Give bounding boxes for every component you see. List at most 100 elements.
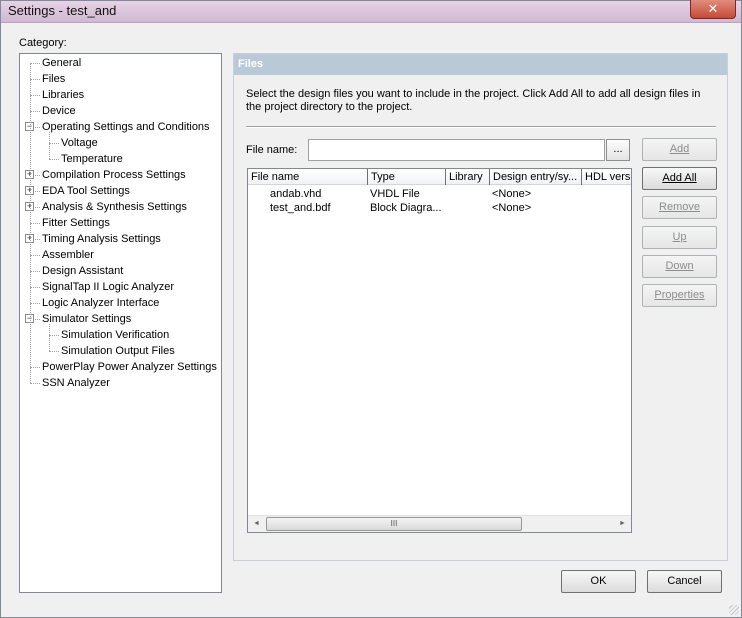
close-icon[interactable]: ✕ <box>690 0 736 19</box>
properties-button-label: Properties <box>654 289 705 301</box>
tree-item-label: Temperature <box>61 153 123 165</box>
horizontal-scrollbar[interactable]: ◄ III ► <box>248 515 631 532</box>
tree-connector <box>30 303 40 304</box>
tree-item-label: Timing Analysis Settings <box>42 233 161 245</box>
tree-item-simulation-output-files[interactable]: Simulation Output Files <box>20 343 220 359</box>
tree-connector <box>49 324 50 351</box>
tree-item-fitter-settings[interactable]: Fitter Settings <box>20 215 220 231</box>
tree-item-label: Libraries <box>42 89 85 101</box>
category-tree[interactable]: General Files Libraries Device − Operating Se… <box>19 53 222 593</box>
settings-dialog: Settings - test_and ✕ Category: General F… <box>0 0 742 618</box>
tree-item-compilation-process-settings[interactable]: + Compilation Process Settings <box>20 167 220 183</box>
tree-item-logic-analyzer-interface[interactable]: Logic Analyzer Interface <box>20 295 220 311</box>
tree-connector <box>30 63 40 64</box>
column-type[interactable]: Type <box>368 169 446 185</box>
tree-item-label: Device <box>42 105 76 117</box>
tree-item-simulator-settings[interactable]: − Simulator Settings <box>20 311 220 327</box>
row-1-design-entry: <None> <box>492 188 532 200</box>
tree-connector <box>30 79 40 80</box>
add-button-label: Add <box>669 143 690 155</box>
tree-connector <box>30 271 40 272</box>
tree-item-label: SignalTap II Logic Analyzer <box>42 281 175 293</box>
tree-item-analysis-synthesis-settings[interactable]: + Analysis & Synthesis Settings <box>20 199 220 215</box>
add-all-button-label: Add All <box>662 172 697 184</box>
files-list[interactable]: File name Type Library Design entry/sy..… <box>247 168 632 533</box>
down-button[interactable]: Down <box>642 255 717 278</box>
row-1-type: VHDL File <box>370 188 420 200</box>
tree-item-label: Simulation Verification <box>61 329 170 341</box>
tree-item-label: Voltage <box>61 137 98 149</box>
browse-button[interactable]: ... <box>606 139 630 161</box>
tree-connector <box>49 159 59 160</box>
files-panel: Files Select the design files you want t… <box>233 53 728 561</box>
tree-connector <box>49 132 50 159</box>
tree-item-general[interactable]: General <box>20 55 220 71</box>
file-name-label: File name: <box>246 144 298 156</box>
tree-connector <box>49 351 59 352</box>
scroll-thumb[interactable]: III <box>266 517 522 531</box>
properties-button[interactable]: Properties <box>642 284 717 307</box>
tree-item-signaltap-ii-logic-analyzer[interactable]: SignalTap II Logic Analyzer <box>20 279 220 295</box>
tree-item-design-assistant[interactable]: Design Assistant <box>20 263 220 279</box>
panel-description: Select the design files you want to incl… <box>246 88 701 113</box>
separator <box>246 126 716 128</box>
add-button[interactable]: Add <box>642 138 717 161</box>
tree-item-assembler[interactable]: Assembler <box>20 247 220 263</box>
tree-item-label: Operating Settings and Conditions <box>42 121 210 133</box>
row-1-file-name[interactable]: andab.vhd <box>270 187 366 201</box>
tree-item-label: Compilation Process Settings <box>42 169 186 181</box>
tree-item-label: Simulator Settings <box>42 313 132 325</box>
remove-button[interactable]: Remove <box>642 196 717 219</box>
tree-item-temperature[interactable]: Temperature <box>20 151 220 167</box>
cancel-button[interactable]: Cancel <box>647 570 722 593</box>
scroll-right-icon[interactable]: ► <box>614 516 631 532</box>
tree-item-ssn-analyzer[interactable]: SSN Analyzer <box>20 375 220 391</box>
remove-button-label: Remove <box>659 201 700 213</box>
add-all-button[interactable]: Add All <box>642 167 717 190</box>
column-library[interactable]: Library <box>446 169 490 185</box>
tree-item-label: Assembler <box>42 249 94 261</box>
row-2-file-name[interactable]: test_and.bdf <box>270 201 366 215</box>
tree-item-simulation-verification[interactable]: Simulation Verification <box>20 327 220 343</box>
tree-connector <box>49 143 59 144</box>
ok-button[interactable]: OK <box>561 570 636 593</box>
tree-item-device[interactable]: Device <box>20 103 220 119</box>
column-design-entry[interactable]: Design entry/sy... <box>490 169 582 185</box>
tree-connector <box>30 367 40 368</box>
tree-item-files[interactable]: Files <box>20 71 220 87</box>
tree-item-timing-analysis-settings[interactable]: + Timing Analysis Settings <box>20 231 220 247</box>
tree-connector <box>30 255 40 256</box>
tree-item-libraries[interactable]: Libraries <box>20 87 220 103</box>
tree-item-label: PowerPlay Power Analyzer Settings <box>42 361 217 373</box>
tree-item-powerplay-power-analyzer-settings[interactable]: PowerPlay Power Analyzer Settings <box>20 359 220 375</box>
tree-connector <box>30 383 40 384</box>
down-button-label: Down <box>665 260 694 272</box>
column-hdl-version[interactable]: HDL vers <box>582 169 631 185</box>
category-label: Category: <box>19 37 67 49</box>
tree-item-label: Files <box>42 73 66 85</box>
up-button[interactable]: Up <box>642 226 717 249</box>
panel-title: Files <box>234 54 727 75</box>
row-2-design-entry: <None> <box>492 202 532 214</box>
tree-connector <box>30 63 31 383</box>
tree-item-eda-tool-settings[interactable]: + EDA Tool Settings <box>20 183 220 199</box>
tree-item-label: Logic Analyzer Interface <box>42 297 160 309</box>
tree-connector <box>30 95 40 96</box>
file-name-input[interactable] <box>308 139 605 161</box>
up-button-label: Up <box>672 231 687 243</box>
scroll-left-icon[interactable]: ◄ <box>248 516 265 532</box>
tree-item-voltage[interactable]: Voltage <box>20 135 220 151</box>
tree-item-label: EDA Tool Settings <box>42 185 130 197</box>
tree-item-label: General <box>42 57 82 69</box>
tree-item-label: SSN Analyzer <box>42 377 110 389</box>
size-grip-icon[interactable] <box>729 605 739 615</box>
column-file-name[interactable]: File name <box>248 169 368 185</box>
tree-item-label: Simulation Output Files <box>61 345 175 357</box>
tree-connector <box>30 111 40 112</box>
window-title: Settings - test_and <box>8 3 117 18</box>
tree-item-label: Fitter Settings <box>42 217 110 229</box>
tree-connector <box>30 223 40 224</box>
tree-item-label: Analysis & Synthesis Settings <box>42 201 187 213</box>
tree-connector <box>30 287 40 288</box>
tree-item-operating-settings-and-conditions[interactable]: − Operating Settings and Conditions <box>20 119 220 135</box>
